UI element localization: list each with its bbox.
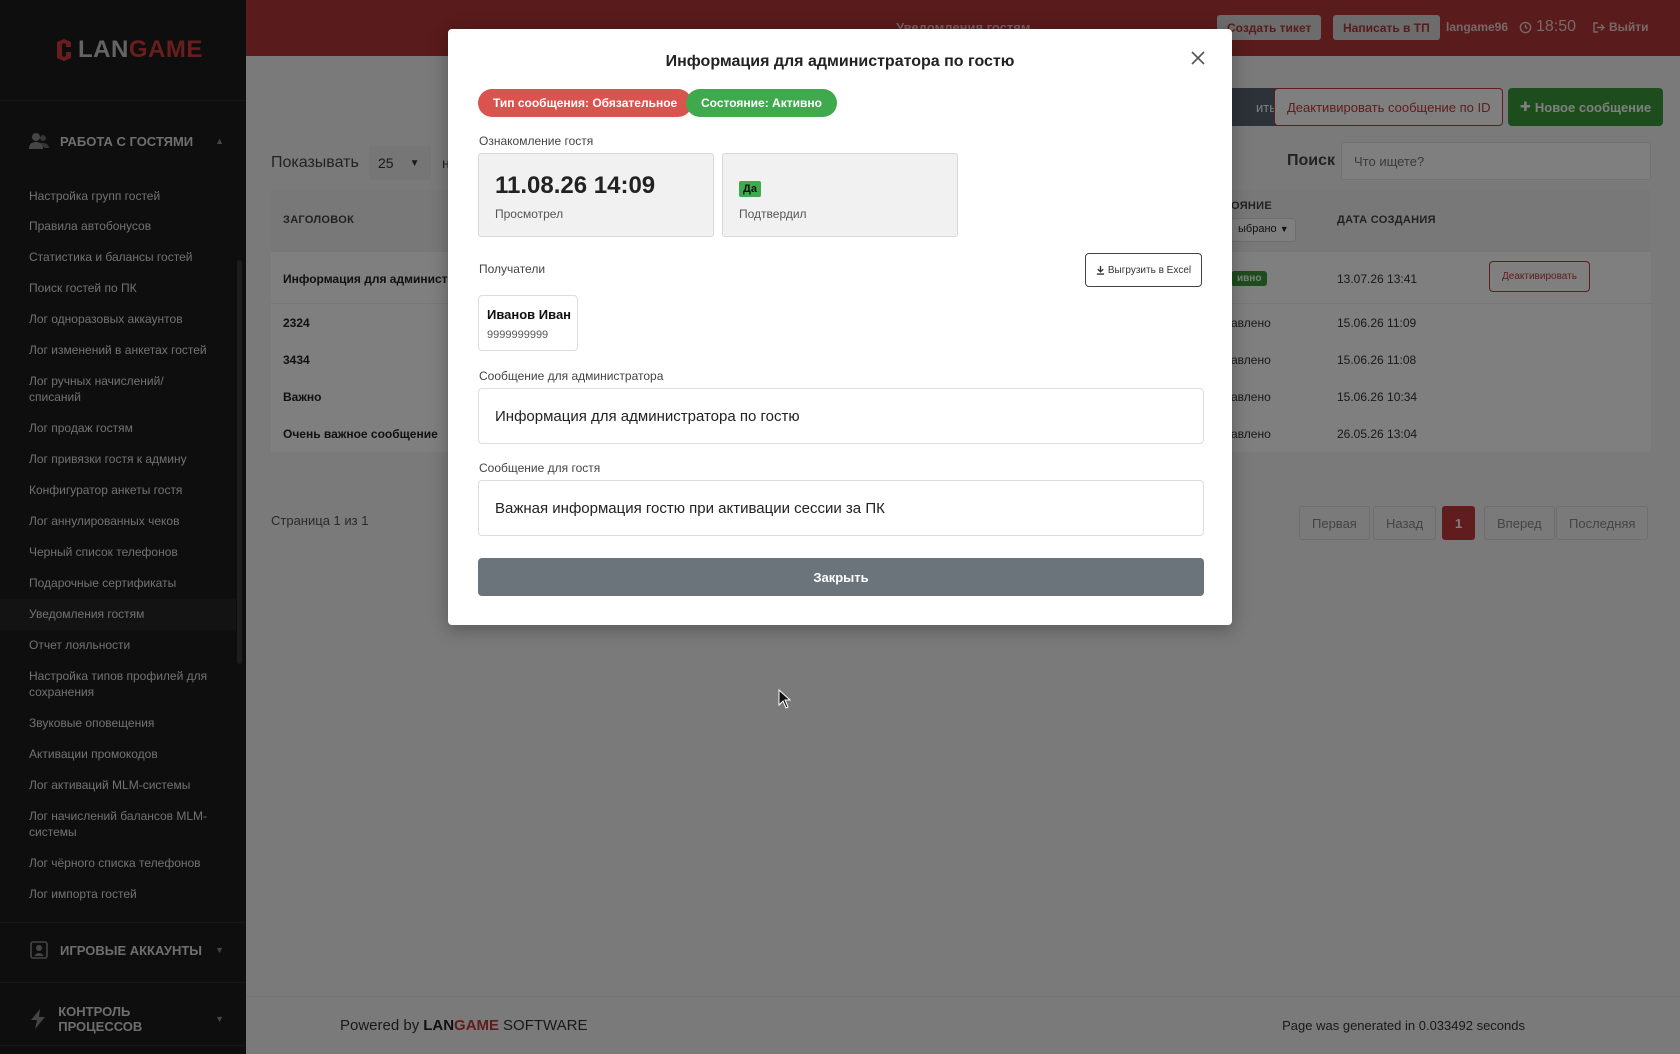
close-button[interactable]: Закрыть <box>478 558 1204 596</box>
viewed-card: 11.08.26 14:09 Просмотрел <box>478 153 714 237</box>
close-icon[interactable] <box>1188 49 1208 69</box>
viewed-label: Просмотрел <box>495 207 564 221</box>
guest-info-modal: Информация для администратора по гостю Т… <box>448 29 1232 625</box>
admin-message-label: Сообщение для администратора <box>479 369 664 383</box>
guest-message-field[interactable]: Важная информация гостю при активации се… <box>478 480 1204 536</box>
recipients-label: Получатели <box>479 262 546 276</box>
recipient-phone: 9999999999 <box>487 329 549 341</box>
export-excel-button[interactable]: Выгрузить в Excel <box>1085 253 1202 287</box>
guest-message-label: Сообщение для гостя <box>479 461 601 475</box>
confirmed-label: Подтвердил <box>739 207 807 221</box>
confirmed-badge: Да <box>739 181 761 197</box>
download-icon <box>1096 265 1104 275</box>
viewed-datetime: 11.08.26 14:09 <box>495 172 656 199</box>
message-type-badge: Тип сообщения: Обязательное <box>478 89 693 117</box>
recipient-card[interactable]: Иванов Иван 9999999999 <box>478 295 578 351</box>
export-excel-label: Выгрузить в Excel <box>1107 264 1192 276</box>
recipient-name: Иванов Иван <box>487 307 572 322</box>
mouse-cursor-icon <box>778 689 792 709</box>
ack-label: Ознакомление гостя <box>479 134 594 148</box>
message-state-badge: Состояние: Активно <box>686 89 837 117</box>
confirmed-card: Да Подтвердил <box>722 153 958 237</box>
admin-message-field[interactable]: Информация для администратора по гостю <box>478 388 1204 444</box>
modal-title: Информация для администратора по гостю <box>665 53 1015 70</box>
